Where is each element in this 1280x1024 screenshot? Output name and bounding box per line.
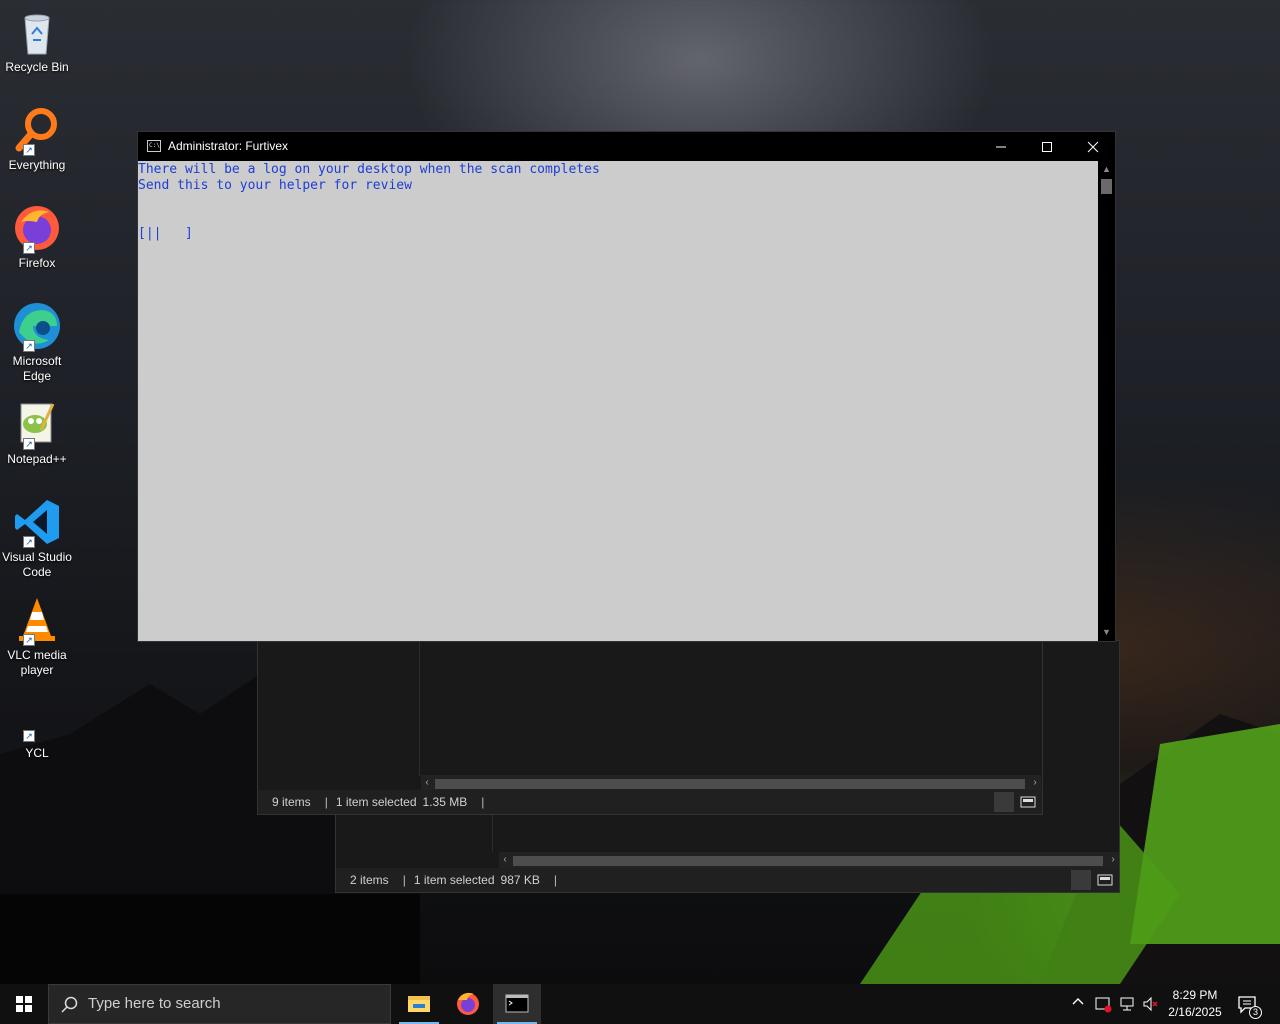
desktop-icon-label: Firefox bbox=[18, 256, 56, 270]
search-icon bbox=[61, 996, 78, 1013]
horizontal-scrollbar[interactable]: ‹ › bbox=[499, 852, 1119, 868]
item-count: 9 items bbox=[272, 795, 311, 809]
desktop-icon-recycle-bin[interactable]: Recycle Bin bbox=[0, 8, 74, 75]
status-bar: 9 items | 1 item selected 1.35 MB | bbox=[258, 790, 1042, 814]
blank-file-icon: ↗ bbox=[13, 726, 61, 742]
file-explorer-icon bbox=[408, 996, 430, 1012]
action-center-button[interactable]: 3 bbox=[1236, 993, 1262, 1019]
desktop-icon-label: YCL bbox=[25, 746, 49, 760]
close-button[interactable] bbox=[1070, 132, 1116, 161]
vlc-cone-icon: ↗ bbox=[13, 596, 61, 646]
selection-info: 1 item selected bbox=[413, 873, 495, 887]
maximize-button[interactable] bbox=[1024, 132, 1070, 161]
volume-muted-icon[interactable] bbox=[1142, 995, 1160, 1013]
start-button[interactable] bbox=[0, 984, 48, 1024]
firefox-icon: ↗ bbox=[13, 204, 61, 254]
scroll-right-icon[interactable]: › bbox=[1029, 775, 1041, 791]
vscode-icon: ↗ bbox=[13, 498, 61, 548]
explorer-window-front[interactable]: ‹ › 9 items | 1 item selected 1.35 MB | bbox=[257, 640, 1043, 815]
scrollbar-thumb[interactable] bbox=[513, 856, 1103, 866]
desktop-icon-firefox[interactable]: ↗ Firefox bbox=[0, 204, 74, 271]
scrollbar-thumb[interactable] bbox=[1101, 179, 1112, 194]
clock-time: 8:29 PM bbox=[1172, 988, 1218, 1002]
command-prompt-icon bbox=[505, 994, 529, 1013]
details-view-icon[interactable] bbox=[994, 792, 1014, 812]
console-output[interactable]: There will be a log on your desktop when… bbox=[138, 161, 1099, 641]
nav-pane-divider bbox=[419, 641, 420, 776]
security-alert-icon[interactable] bbox=[1094, 995, 1112, 1013]
desktop-icon-vscode[interactable]: ↗ Visual Studio Code bbox=[0, 498, 74, 580]
selection-size: 1.35 MB bbox=[422, 795, 468, 809]
scroll-right-icon[interactable]: › bbox=[1107, 852, 1119, 868]
scroll-left-icon[interactable]: ‹ bbox=[499, 852, 511, 868]
desktop-icon-label: Everything bbox=[8, 158, 66, 172]
desktop-icon-label: Notepad++ bbox=[7, 452, 67, 466]
details-view-icon[interactable] bbox=[1071, 870, 1091, 890]
console-progress-line: [|| ] bbox=[138, 226, 193, 241]
large-icons-view-icon[interactable] bbox=[1018, 792, 1038, 812]
shortcut-arrow-icon: ↗ bbox=[23, 634, 35, 646]
notepad-plus-plus-icon: ↗ bbox=[13, 400, 61, 450]
windows-logo-icon bbox=[16, 996, 32, 1012]
console-line: Send this to your helper for review bbox=[138, 178, 412, 193]
status-bar: 2 items | 1 item selected 987 KB | bbox=[336, 868, 1119, 892]
selection-size: 987 KB bbox=[500, 873, 540, 887]
shortcut-arrow-icon: ↗ bbox=[23, 242, 35, 254]
console-window[interactable]: C:\ Administrator: Furtivex There will b… bbox=[137, 131, 1116, 642]
network-icon[interactable] bbox=[1118, 995, 1136, 1013]
shortcut-arrow-icon: ↗ bbox=[23, 730, 35, 742]
horizontal-scrollbar[interactable]: ‹ › bbox=[421, 775, 1041, 791]
taskbar-clock[interactable]: 8:29 PM 2/16/2025 bbox=[1160, 987, 1230, 1021]
recycle-bin-icon bbox=[13, 8, 61, 56]
minimize-button[interactable] bbox=[978, 132, 1024, 161]
command-prompt-icon: C:\ bbox=[147, 140, 161, 152]
taskbar-firefox[interactable] bbox=[444, 984, 492, 1024]
taskbar-command-prompt[interactable] bbox=[493, 984, 541, 1024]
desktop-icon-notepad-plus-plus[interactable]: ↗ Notepad++ bbox=[0, 400, 74, 467]
desktop-icon-microsoft-edge[interactable]: ↗ Microsoft Edge bbox=[0, 302, 74, 384]
scroll-left-icon[interactable]: ‹ bbox=[421, 775, 433, 791]
scroll-down-icon[interactable]: ▼ bbox=[1098, 624, 1115, 641]
scrollbar-thumb[interactable] bbox=[435, 779, 1025, 789]
scroll-up-icon[interactable]: ▲ bbox=[1098, 161, 1115, 178]
edge-icon: ↗ bbox=[13, 302, 61, 352]
desktop-icon-vlc[interactable]: ↗ VLC media player bbox=[0, 596, 74, 678]
console-line: There will be a log on your desktop when… bbox=[138, 162, 600, 177]
item-count: 2 items bbox=[350, 873, 389, 887]
desktop-icon-ycl[interactable]: ↗ YCL bbox=[0, 726, 74, 761]
taskbar-file-explorer[interactable] bbox=[395, 984, 443, 1024]
console-title-bar[interactable]: C:\ Administrator: Furtivex bbox=[138, 132, 1115, 161]
desktop-icon-label: Visual Studio Code bbox=[2, 550, 72, 579]
selection-info: 1 item selected bbox=[335, 795, 417, 809]
taskbar: Type here to search 8:29 PM 2/16/2025 3 bbox=[0, 984, 1280, 1024]
desktop-icon-label: Microsoft Edge bbox=[12, 354, 62, 383]
shortcut-arrow-icon: ↗ bbox=[23, 536, 35, 548]
notification-count-badge: 3 bbox=[1249, 1006, 1262, 1019]
show-hidden-icons-chevron-icon[interactable] bbox=[1069, 995, 1087, 1013]
large-icons-view-icon[interactable] bbox=[1095, 870, 1115, 890]
window-title: Administrator: Furtivex bbox=[168, 139, 289, 153]
clock-date: 2/16/2025 bbox=[1168, 1005, 1222, 1019]
desktop-icon-label: Recycle Bin bbox=[5, 60, 69, 74]
desktop-icon-everything[interactable]: ↗ Everything bbox=[0, 106, 74, 173]
desktop-icon-label: VLC media player bbox=[7, 648, 67, 677]
taskbar-search-box[interactable]: Type here to search bbox=[48, 984, 391, 1024]
shortcut-arrow-icon: ↗ bbox=[23, 340, 35, 352]
everything-search-icon: ↗ bbox=[13, 106, 61, 156]
firefox-icon bbox=[457, 992, 479, 1015]
vertical-scrollbar[interactable]: ▲ ▼ bbox=[1098, 161, 1115, 641]
shortcut-arrow-icon: ↗ bbox=[23, 438, 35, 450]
shortcut-arrow-icon: ↗ bbox=[23, 144, 35, 156]
search-placeholder: Type here to search bbox=[88, 995, 221, 1012]
